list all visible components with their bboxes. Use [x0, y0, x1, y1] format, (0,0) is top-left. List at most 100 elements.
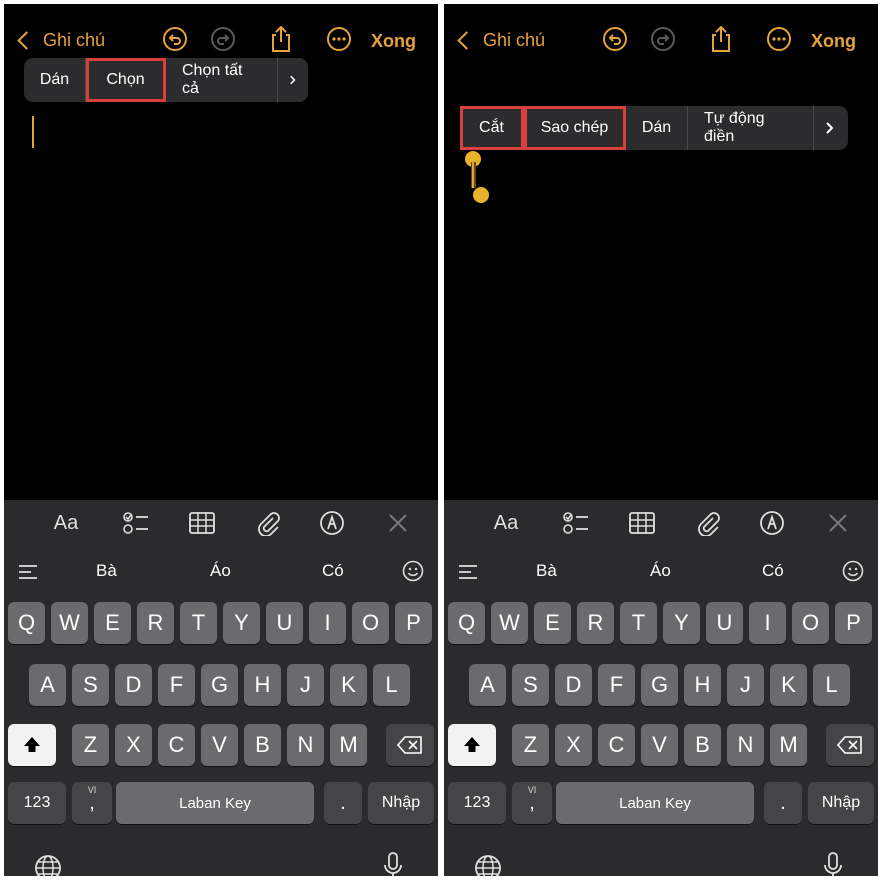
key[interactable]: W	[491, 602, 528, 644]
text-format-button[interactable]: Aa	[52, 510, 80, 536]
back-button[interactable]: Ghi chú	[16, 30, 105, 51]
key[interactable]: D	[555, 664, 592, 706]
markup-icon[interactable]	[758, 510, 786, 536]
key[interactable]: O	[792, 602, 829, 644]
key[interactable]: X	[555, 724, 592, 766]
key[interactable]: U	[266, 602, 303, 644]
suggestion-item[interactable]: Có	[762, 561, 784, 581]
microphone-icon[interactable]	[822, 852, 844, 876]
emoji-icon[interactable]	[402, 560, 424, 582]
close-icon[interactable]	[824, 510, 852, 536]
key[interactable]: W	[51, 602, 88, 644]
key[interactable]: K	[770, 664, 807, 706]
key[interactable]: A	[29, 664, 66, 706]
comma-key[interactable]: VI ,	[512, 782, 552, 824]
key[interactable]: L	[373, 664, 410, 706]
key[interactable]: G	[641, 664, 678, 706]
key[interactable]: L	[813, 664, 850, 706]
key[interactable]: S	[72, 664, 109, 706]
key[interactable]: V	[641, 724, 678, 766]
key[interactable]: C	[158, 724, 195, 766]
key[interactable]: D	[115, 664, 152, 706]
close-icon[interactable]	[384, 510, 412, 536]
key[interactable]: Y	[663, 602, 700, 644]
share-icon[interactable]	[268, 25, 294, 52]
suggestion-item[interactable]: Bà	[536, 561, 557, 581]
key[interactable]: F	[158, 664, 195, 706]
space-key[interactable]: Laban Key	[556, 782, 754, 824]
period-key[interactable]: .	[324, 782, 362, 824]
align-icon[interactable]	[458, 564, 478, 580]
done-button[interactable]: Xong	[371, 31, 416, 52]
menu-item-paste[interactable]: Dán	[24, 58, 86, 102]
key[interactable]: K	[330, 664, 367, 706]
key[interactable]: G	[201, 664, 238, 706]
undo-icon[interactable]	[602, 26, 628, 52]
key[interactable]: B	[244, 724, 281, 766]
menu-more-button[interactable]	[814, 106, 846, 150]
key[interactable]: I	[749, 602, 786, 644]
comma-key[interactable]: VI ,	[72, 782, 112, 824]
period-key[interactable]: .	[764, 782, 802, 824]
key[interactable]: R	[137, 602, 174, 644]
key[interactable]: Z	[512, 724, 549, 766]
delete-key[interactable]	[386, 724, 434, 766]
numbers-key[interactable]: 123	[8, 782, 66, 824]
key[interactable]: R	[577, 602, 614, 644]
key[interactable]: T	[180, 602, 217, 644]
attachment-icon[interactable]	[254, 510, 282, 536]
key[interactable]: C	[598, 724, 635, 766]
key[interactable]: H	[244, 664, 281, 706]
key[interactable]: H	[684, 664, 721, 706]
menu-item-autofill[interactable]: Tự động điền	[688, 106, 814, 150]
key[interactable]: S	[512, 664, 549, 706]
key[interactable]: I	[309, 602, 346, 644]
undo-icon[interactable]	[162, 26, 188, 52]
more-icon[interactable]	[326, 26, 352, 52]
numbers-key[interactable]: 123	[448, 782, 506, 824]
menu-item-paste[interactable]: Dán	[626, 106, 688, 150]
menu-item-cut[interactable]: Cắt	[460, 106, 524, 150]
key[interactable]: Y	[223, 602, 260, 644]
space-key[interactable]: Laban Key	[116, 782, 314, 824]
key[interactable]: Q	[8, 602, 45, 644]
suggestion-item[interactable]: Có	[322, 561, 344, 581]
checklist-icon[interactable]	[122, 510, 150, 536]
done-button[interactable]: Xong	[811, 31, 856, 52]
key[interactable]: U	[706, 602, 743, 644]
key[interactable]: E	[94, 602, 131, 644]
key[interactable]: X	[115, 724, 152, 766]
key[interactable]: J	[727, 664, 764, 706]
share-icon[interactable]	[708, 25, 734, 52]
globe-icon[interactable]	[474, 854, 502, 876]
key[interactable]: O	[352, 602, 389, 644]
return-key[interactable]: Nhập	[808, 782, 874, 824]
key[interactable]: P	[395, 602, 432, 644]
return-key[interactable]: Nhập	[368, 782, 434, 824]
text-format-button[interactable]: Aa	[492, 510, 520, 536]
microphone-icon[interactable]	[382, 852, 404, 876]
key[interactable]: N	[287, 724, 324, 766]
key[interactable]: B	[684, 724, 721, 766]
markup-icon[interactable]	[318, 510, 346, 536]
back-button[interactable]: Ghi chú	[456, 30, 545, 51]
key[interactable]: J	[287, 664, 324, 706]
key[interactable]: A	[469, 664, 506, 706]
menu-item-select[interactable]: Chọn	[86, 58, 166, 102]
shift-key[interactable]	[448, 724, 496, 766]
align-icon[interactable]	[18, 564, 38, 580]
shift-key[interactable]	[8, 724, 56, 766]
emoji-icon[interactable]	[842, 560, 864, 582]
suggestion-item[interactable]: Áo	[650, 561, 671, 581]
menu-more-button[interactable]	[278, 58, 308, 102]
table-icon[interactable]	[188, 510, 216, 536]
selection-handle-end[interactable]	[473, 187, 489, 203]
suggestion-item[interactable]: Bà	[96, 561, 117, 581]
redo-icon[interactable]	[210, 26, 236, 52]
key[interactable]: T	[620, 602, 657, 644]
delete-key[interactable]	[826, 724, 874, 766]
key[interactable]: M	[330, 724, 367, 766]
checklist-icon[interactable]	[562, 510, 590, 536]
key[interactable]: E	[534, 602, 571, 644]
key[interactable]: Z	[72, 724, 109, 766]
